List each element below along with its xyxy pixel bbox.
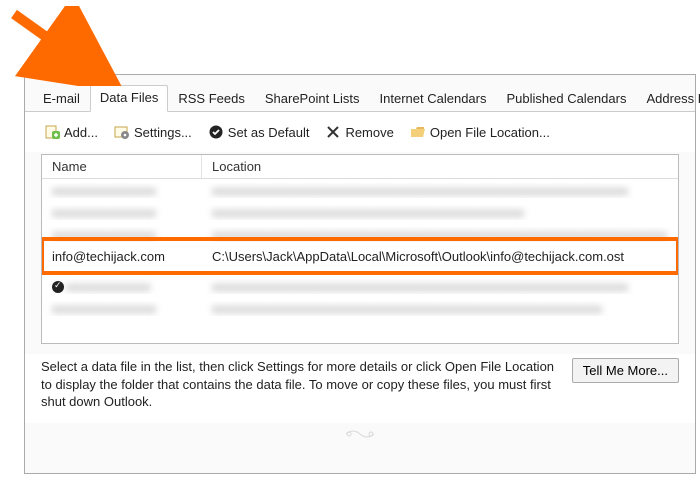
remove-label: Remove — [345, 125, 393, 140]
table-row[interactable]: xxxxxxxxxxxxxxxx xxxxxxxxxxxxxxxxxxxxxxx… — [42, 201, 678, 223]
cell-name: xxxxxxxxxxxxx — [42, 279, 202, 294]
remove-icon — [325, 124, 341, 140]
default-indicator-icon — [52, 281, 64, 293]
tab-internet-calendars[interactable]: Internet Calendars — [370, 86, 497, 112]
cell-name: info@techijack.com — [42, 249, 202, 264]
column-name[interactable]: Name — [42, 155, 202, 178]
cell-location: xxxxxxxxxxxxxxxxxxxxxxxxxxxxxxxxxxxxxxxx… — [202, 279, 678, 294]
open-location-button[interactable]: Open File Location... — [407, 122, 553, 142]
account-settings-dialog: E-mail Data Files RSS Feeds SharePoint L… — [24, 74, 696, 474]
tab-strip: E-mail Data Files RSS Feeds SharePoint L… — [25, 75, 695, 112]
cell-name: xxxxxxxxxxxxxxxx — [42, 301, 202, 316]
tab-data-files[interactable]: Data Files — [90, 85, 169, 112]
list-body: xxxxxxxxxxxxxxxx xxxxxxxxxxxxxxxxxxxxxxx… — [42, 179, 678, 319]
toolbar: Add... Settings... Set as Default Remove… — [25, 112, 695, 152]
tab-rss-feeds[interactable]: RSS Feeds — [168, 86, 254, 112]
tab-address-books[interactable]: Address Books — [636, 86, 700, 112]
settings-label: Settings... — [134, 125, 192, 140]
add-label: Add... — [64, 125, 98, 140]
open-location-label: Open File Location... — [430, 125, 550, 140]
list-header: Name Location — [42, 155, 678, 179]
remove-button[interactable]: Remove — [322, 122, 396, 142]
add-icon — [44, 124, 60, 140]
cell-location: xxxxxxxxxxxxxxxxxxxxxxxxxxxxxxxxxxxxxxxx… — [202, 205, 678, 220]
page-curl-decoration — [345, 427, 375, 441]
table-row[interactable]: xxxxxxxxxxxxxxxx xxxxxxxxxxxxxxxxxxxxxxx… — [42, 179, 678, 201]
cell-location: C:\Users\Jack\AppData\Local\Microsoft\Ou… — [202, 249, 678, 264]
tell-me-more-button[interactable]: Tell Me More... — [572, 358, 679, 383]
data-files-list[interactable]: Name Location xxxxxxxxxxxxxxxx xxxxxxxxx… — [41, 154, 679, 344]
table-row[interactable]: xxxxxxxxxxxxxxxx xxxxxxxxxxxxxxxxxxxxxxx… — [42, 223, 678, 245]
checkmark-icon — [208, 124, 224, 140]
cell-location: xxxxxxxxxxxxxxxxxxxxxxxxxxxxxxxxxxxxxxxx… — [202, 227, 678, 242]
tab-email[interactable]: E-mail — [33, 86, 90, 112]
tab-published-calendars[interactable]: Published Calendars — [496, 86, 636, 112]
cell-location: xxxxxxxxxxxxxxxxxxxxxxxxxxxxxxxxxxxxxxxx… — [202, 301, 678, 316]
table-row[interactable]: info@techijack.com C:\Users\Jack\AppData… — [42, 245, 678, 267]
table-row[interactable]: xxxxxxxxxxxxx xxxxxxxxxxxxxxxxxxxxxxxxxx… — [42, 275, 678, 297]
cell-name: xxxxxxxxxxxxxxxx — [42, 205, 202, 220]
settings-button[interactable]: Settings... — [111, 122, 195, 142]
add-button[interactable]: Add... — [41, 122, 101, 142]
settings-icon — [114, 124, 130, 140]
cell-name: xxxxxxxxxxxxxxxx — [42, 183, 202, 198]
table-row[interactable]: xxxxxxxxxxxxxxxx xxxxxxxxxxxxxxxxxxxxxxx… — [42, 297, 678, 319]
set-default-label: Set as Default — [228, 125, 310, 140]
cell-name: xxxxxxxxxxxxxxxx — [42, 227, 202, 242]
column-location[interactable]: Location — [202, 155, 678, 178]
cell-location: xxxxxxxxxxxxxxxxxxxxxxxxxxxxxxxxxxxxxxxx… — [202, 183, 678, 198]
hint-row: Select a data file in the list, then cli… — [25, 354, 695, 423]
set-default-button[interactable]: Set as Default — [205, 122, 313, 142]
folder-open-icon — [410, 124, 426, 140]
hint-text: Select a data file in the list, then cli… — [41, 358, 562, 411]
tab-sharepoint-lists[interactable]: SharePoint Lists — [255, 86, 370, 112]
